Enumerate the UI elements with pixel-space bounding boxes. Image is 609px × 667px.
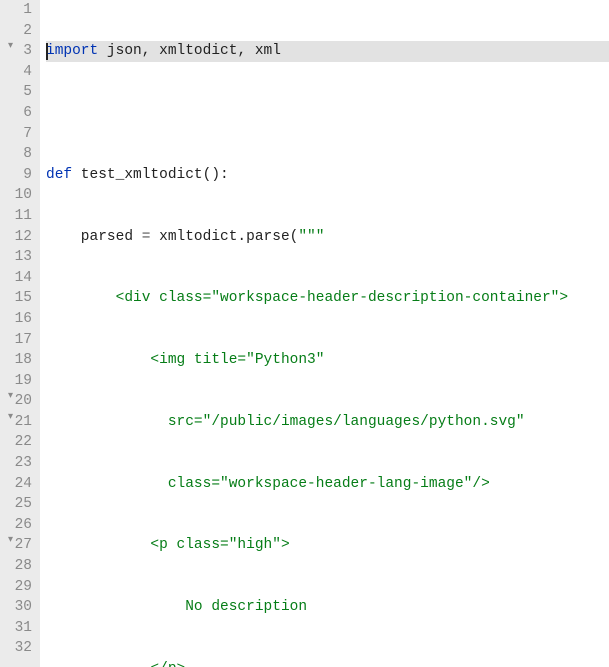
code-line[interactable]: class="workspace-header-lang-image"/> xyxy=(46,474,609,495)
code-line[interactable]: src="/public/images/languages/python.svg… xyxy=(46,412,609,433)
gutter-line: 25 xyxy=(4,494,32,515)
gutter-line: 23 xyxy=(4,453,32,474)
gutter-line: 20▾ xyxy=(4,391,32,412)
gutter-line: 22 xyxy=(4,432,32,453)
gutter-line: 27▾ xyxy=(4,535,32,556)
code-line[interactable] xyxy=(46,103,609,124)
gutter: 1 2 3▾ 4 5 6 7 8 9 10 11 12 13 14 15 16 … xyxy=(0,0,40,667)
gutter-line: 24 xyxy=(4,474,32,495)
code-line[interactable]: No description xyxy=(46,597,609,618)
gutter-line: 5 xyxy=(4,82,32,103)
gutter-line: 3▾ xyxy=(4,41,32,62)
gutter-line: 16 xyxy=(4,309,32,330)
gutter-line: 2 xyxy=(4,21,32,42)
gutter-line: 8 xyxy=(4,144,32,165)
code-line[interactable]: <div class="workspace-header-description… xyxy=(46,288,609,309)
gutter-line: 17 xyxy=(4,330,32,351)
gutter-line: 21▾ xyxy=(4,412,32,433)
gutter-line: 31 xyxy=(4,618,32,639)
fold-icon[interactable]: ▾ xyxy=(3,536,13,546)
gutter-line: 26 xyxy=(4,515,32,536)
gutter-line: 19 xyxy=(4,371,32,392)
fold-icon[interactable]: ▾ xyxy=(3,42,13,52)
gutter-line: 29 xyxy=(4,577,32,598)
fold-icon[interactable]: ▾ xyxy=(3,413,13,423)
gutter-line: 32 xyxy=(4,638,32,659)
code-line[interactable]: </p> xyxy=(46,659,609,667)
gutter-line: 12 xyxy=(4,227,32,248)
gutter-line: 9 xyxy=(4,165,32,186)
fold-icon[interactable]: ▾ xyxy=(3,392,13,402)
gutter-line: 13 xyxy=(4,247,32,268)
code-line[interactable]: import json, xmltodict, xml xyxy=(46,41,609,62)
gutter-line: 18 xyxy=(4,350,32,371)
code-line[interactable]: <img title="Python3" xyxy=(46,350,609,371)
gutter-line: 11 xyxy=(4,206,32,227)
gutter-line: 30 xyxy=(4,597,32,618)
code-line[interactable]: parsed = xmltodict.parse(""" xyxy=(46,227,609,248)
gutter-line: 15 xyxy=(4,288,32,309)
text-cursor xyxy=(46,43,48,60)
code-editor[interactable]: 1 2 3▾ 4 5 6 7 8 9 10 11 12 13 14 15 16 … xyxy=(0,0,609,667)
code-line[interactable]: <p class="high"> xyxy=(46,535,609,556)
gutter-line: 28 xyxy=(4,556,32,577)
code-area[interactable]: import json, xmltodict, xml def test_xml… xyxy=(40,0,609,667)
gutter-line: 7 xyxy=(4,124,32,145)
code-line[interactable]: def test_xmltodict(): xyxy=(46,165,609,186)
gutter-line: 10 xyxy=(4,185,32,206)
gutter-line: 14 xyxy=(4,268,32,289)
gutter-line: 4 xyxy=(4,62,32,83)
gutter-line: 1 xyxy=(4,0,32,21)
gutter-line: 6 xyxy=(4,103,32,124)
